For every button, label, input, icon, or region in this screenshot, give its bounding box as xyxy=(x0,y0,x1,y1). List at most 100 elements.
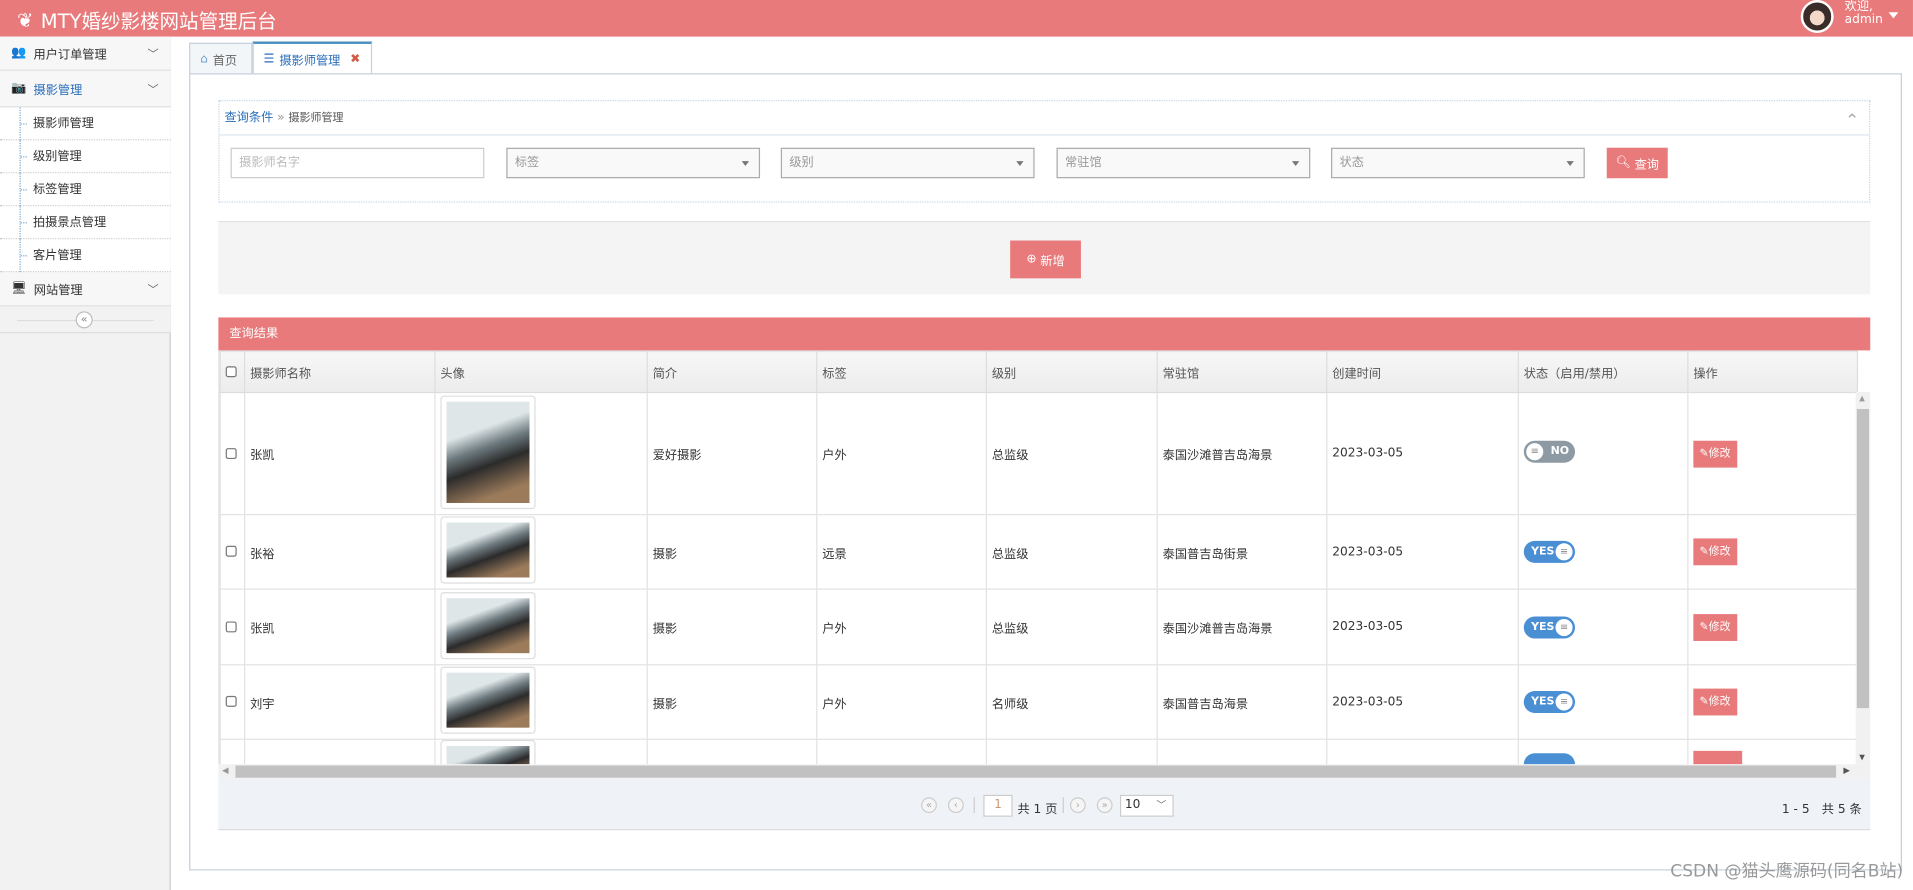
avatar-cell xyxy=(434,588,648,666)
table-row-partial xyxy=(219,738,1859,765)
scroll-right-icon[interactable]: ▶ xyxy=(1843,766,1850,776)
sidebar-item-photography[interactable]: 📷 摄影管理 ﹀ xyxy=(0,70,171,108)
photographer-name-input[interactable]: 摄影师名字 xyxy=(230,147,485,179)
tag-select[interactable]: 标签 xyxy=(506,147,761,179)
next-page-button[interactable]: › xyxy=(1069,797,1086,814)
scroll-up-icon[interactable]: ▲ xyxy=(1859,394,1865,403)
column-header[interactable]: 操作 xyxy=(1687,350,1859,394)
column-header[interactable]: 标签 xyxy=(816,350,987,394)
toolbar-area: ⊕ 新增 xyxy=(218,220,1871,295)
action-cell: ✎修改 xyxy=(1687,588,1859,666)
column-header[interactable]: 常驻馆 xyxy=(1156,350,1328,394)
status-toggle[interactable]: YES ≡ xyxy=(1523,691,1576,714)
scroll-left-icon[interactable]: ◀ xyxy=(222,766,229,776)
vertical-scrollbar[interactable]: ▲ ▼ xyxy=(1855,391,1871,765)
status-cell: YES ≡ xyxy=(1517,513,1689,590)
add-button[interactable]: ⊕ 新增 xyxy=(1010,240,1081,279)
column-header[interactable]: 摄影师名称 xyxy=(244,350,436,394)
status-cell: NO ≡ xyxy=(1517,391,1689,516)
photographer-avatar xyxy=(440,394,536,509)
column-header[interactable]: 创建时间 xyxy=(1326,350,1519,394)
collapse-sidebar-button[interactable]: « xyxy=(75,311,93,329)
row-checkbox[interactable] xyxy=(225,545,237,557)
scroll-down-icon[interactable]: ▼ xyxy=(1859,753,1865,762)
select-all-checkbox[interactable] xyxy=(225,365,237,377)
studio-cell: 泰国沙滩普吉岛海景 xyxy=(1156,391,1328,516)
photographer-avatar xyxy=(440,516,536,584)
sidebar-subitem-samples[interactable]: 客片管理 xyxy=(0,239,171,273)
monitor-icon: 🖥 xyxy=(10,282,27,296)
tag-cell: 户外 xyxy=(816,664,987,740)
caret-down-icon[interactable] xyxy=(1888,12,1899,19)
name-cell: 刘宇 xyxy=(244,664,436,740)
level-select[interactable]: 级别 xyxy=(780,147,1035,179)
status-toggle[interactable]: YES ≡ xyxy=(1523,615,1576,638)
edit-button[interactable]: ✎修改 xyxy=(1693,538,1737,566)
status-cell: YES ≡ xyxy=(1517,664,1689,740)
sidebar-subitem-locations[interactable]: 拍摄景点管理 xyxy=(0,206,171,240)
avatar[interactable] xyxy=(1800,0,1834,33)
level-cell: 总监级 xyxy=(985,513,1158,590)
column-header[interactable]: 状态（启用/禁用） xyxy=(1517,350,1689,394)
row-checkbox[interactable] xyxy=(225,447,237,459)
tag-cell: 户外 xyxy=(816,588,987,666)
level-cell: 总监级 xyxy=(985,391,1158,516)
page-size-select[interactable]: 10 ﹀ xyxy=(1119,794,1174,817)
row-select xyxy=(219,588,246,666)
toggle-knob-icon: ≡ xyxy=(1555,693,1573,711)
tag-cell: 远景 xyxy=(816,513,987,590)
avatar-cell xyxy=(434,391,648,516)
collapse-chevron-icon[interactable]: ⌃ xyxy=(1845,104,1859,138)
column-header[interactable]: 级别 xyxy=(985,350,1158,394)
users-icon: 👥 xyxy=(10,46,27,60)
close-tab-icon[interactable]: ✖ xyxy=(350,52,360,65)
status-toggle[interactable]: NO ≡ xyxy=(1523,440,1576,463)
tab-home[interactable]: ⌂ 首页 xyxy=(189,42,253,75)
edit-button[interactable]: ✎修改 xyxy=(1693,440,1737,467)
toggle-knob-icon: ≡ xyxy=(1555,618,1573,636)
avatar-cell xyxy=(434,664,648,740)
status-toggle[interactable]: YES ≡ xyxy=(1523,540,1576,563)
user-menu[interactable]: 欢迎, admin xyxy=(1845,0,1883,27)
status-toggle[interactable] xyxy=(1523,753,1576,765)
sidebar-subitem-levels[interactable]: 级别管理 xyxy=(0,140,171,174)
leaf-icon: ❦ xyxy=(17,7,34,32)
chevron-down-icon: ﹀ xyxy=(147,84,159,97)
sidebar-item-website[interactable]: 🖥 网站管理 ﹀ xyxy=(0,272,171,307)
studio-cell: 泰国普吉岛海景 xyxy=(1156,664,1328,740)
status-select[interactable]: 状态 xyxy=(1331,147,1585,179)
column-header[interactable]: 头像 xyxy=(434,350,648,394)
app-title: ❦ MTY婚纱影楼网站管理后台 xyxy=(17,7,277,33)
studio-select[interactable]: 常驻馆 xyxy=(1056,147,1311,179)
edit-button[interactable]: ✎修改 xyxy=(1693,688,1737,716)
last-page-button[interactable]: » xyxy=(1096,797,1113,814)
sidebar-subitem-tags[interactable]: 标签管理 xyxy=(0,173,171,207)
name-cell: 张凯 xyxy=(244,391,436,516)
plus-circle-icon: ⊕ xyxy=(1026,252,1037,267)
first-page-button[interactable]: « xyxy=(921,797,937,814)
home-icon: ⌂ xyxy=(200,52,208,66)
created-cell: 2023-03-05 xyxy=(1326,391,1519,516)
pagination: « ‹ 1 共 1 页 › » 10 ﹀ 1 - 5 共 5 条 xyxy=(218,778,1871,831)
tab-photographers[interactable]: ☰ 摄影师管理 ✖ xyxy=(252,41,373,75)
avatar-cell xyxy=(434,513,648,590)
name-cell: 张裕 xyxy=(244,513,436,590)
prev-page-button[interactable]: ‹ xyxy=(947,797,964,814)
row-checkbox[interactable] xyxy=(225,620,237,632)
sidebar-subitem-photographers[interactable]: 摄影师管理 xyxy=(0,107,171,141)
column-header[interactable]: 简介 xyxy=(646,350,818,394)
edit-button[interactable]: ✎修改 xyxy=(1693,613,1737,641)
horizontal-scrollbar[interactable]: ◀ ▶ xyxy=(218,764,1871,779)
record-summary: 1 - 5 共 5 条 xyxy=(1781,803,1862,817)
query-header: 查询条件 » 摄影师管理 ⌃ xyxy=(219,101,1870,138)
select-all-header xyxy=(219,350,246,394)
toggle-knob-icon: ≡ xyxy=(1555,543,1573,561)
edit-icon: ✎ xyxy=(1699,695,1709,709)
page-number-input[interactable]: 1 xyxy=(983,794,1013,817)
row-checkbox[interactable] xyxy=(225,695,237,707)
results-header: 查询结果 xyxy=(218,317,1871,351)
edit-button[interactable] xyxy=(1693,750,1743,765)
created-cell: 2023-03-05 xyxy=(1326,513,1519,590)
sidebar-item-orders[interactable]: 👥 用户订单管理 ﹀ xyxy=(0,36,171,71)
search-button[interactable]: 🔍︎ 查询 xyxy=(1606,147,1668,179)
